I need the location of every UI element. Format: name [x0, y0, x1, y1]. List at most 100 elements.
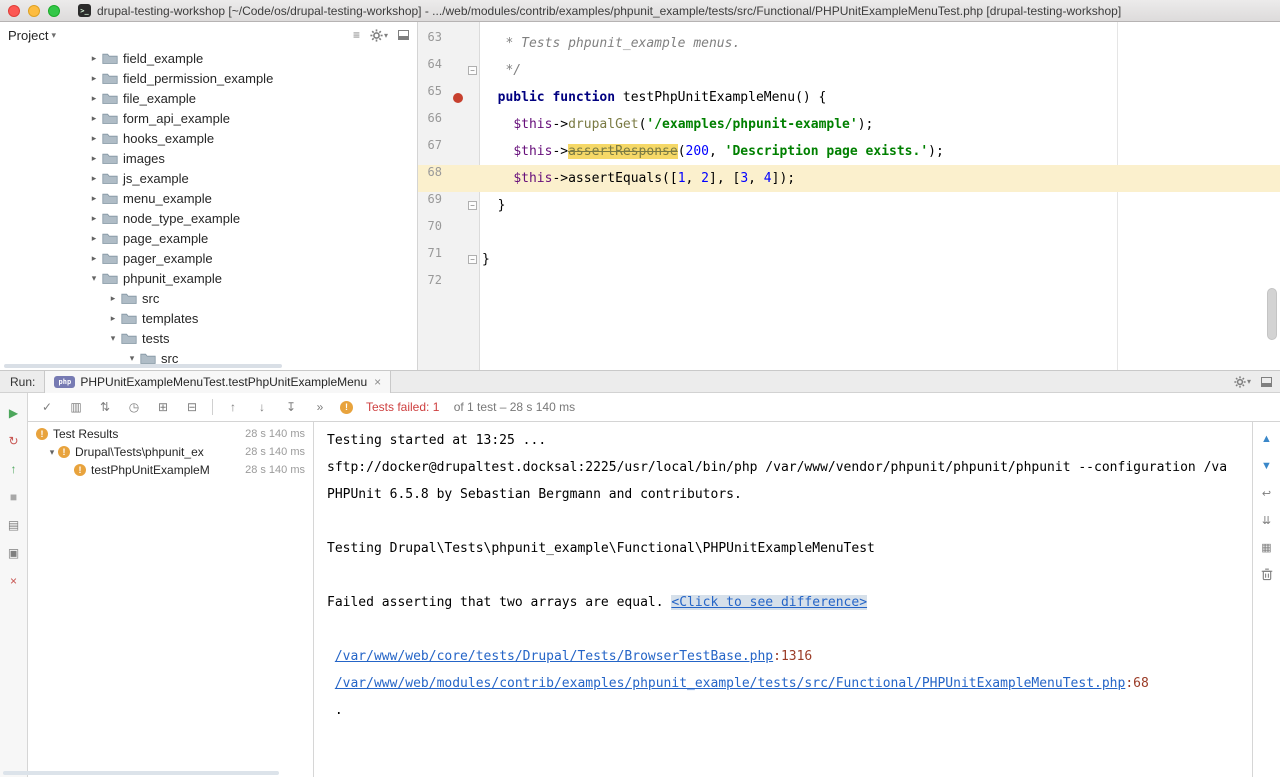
clear-all-button[interactable] [1257, 565, 1277, 583]
chevron-right-icon[interactable]: ▸ [88, 173, 100, 184]
tree-item-js_example[interactable]: ▸js_example [0, 168, 417, 188]
stop-button[interactable]: ■ [4, 488, 24, 506]
test-tree-scrollbar[interactable] [3, 771, 279, 775]
tree-item-field_example[interactable]: ▸field_example [0, 48, 417, 68]
show-passed-button[interactable]: ✓ [38, 398, 56, 416]
chevron-right-icon[interactable]: ▸ [88, 53, 100, 64]
test-tree-item[interactable]: !testPhpUnitExampleM28 s 140 ms [28, 461, 313, 479]
chevron-right-icon[interactable]: ▸ [88, 233, 100, 244]
chevron-down-icon[interactable]: ▾ [51, 30, 56, 41]
test-tree-item[interactable]: !Test Results28 s 140 ms [28, 425, 313, 443]
code-text: * Tests phpunit_example menus. [480, 30, 1280, 57]
test-history-button[interactable]: ↧ [282, 398, 300, 416]
project-panel-title[interactable]: Project [8, 28, 48, 43]
chevron-down-icon[interactable]: ▾ [88, 273, 100, 284]
chevron-down-icon[interactable]: ▾ [126, 353, 138, 364]
sort-by-duration-button[interactable]: ◷ [125, 398, 143, 416]
show-ignored-button[interactable]: ▥ [67, 398, 85, 416]
code-segment: -> [552, 144, 568, 159]
chevron-down-icon[interactable]: ▾ [107, 333, 119, 344]
hide-panel-icon[interactable] [398, 30, 409, 40]
code-line-71[interactable]: 71−} [418, 246, 1280, 273]
chevron-right-icon[interactable]: ▸ [88, 193, 100, 204]
gear-icon[interactable]: ▾ [370, 29, 388, 42]
chevron-right-icon[interactable]: ▸ [107, 313, 119, 324]
console-link[interactable]: /var/www/web/modules/contrib/examples/ph… [335, 676, 1126, 691]
scroll-from-source-icon[interactable]: ≡ [353, 28, 360, 42]
fold-icon[interactable]: − [468, 201, 477, 210]
chevron-right-icon[interactable]: ▸ [88, 93, 100, 104]
tree-item-label: pager_example [123, 251, 213, 266]
rerun-button[interactable]: ▶ [4, 404, 24, 422]
window-zoom-button[interactable] [48, 5, 60, 17]
tree-item-node_type_example[interactable]: ▸node_type_example [0, 208, 417, 228]
chevron-right-icon[interactable]: ▸ [107, 293, 119, 304]
sort-alphabetically-button[interactable]: ⇅ [96, 398, 114, 416]
tree-item-file_example[interactable]: ▸file_example [0, 88, 417, 108]
console-line: /var/www/web/core/tests/Drupal/Tests/Bro… [327, 643, 1252, 670]
show-console-button[interactable]: ▤ [4, 516, 24, 534]
chevron-right-icon[interactable]: ▸ [88, 253, 100, 264]
chevron-right-icon[interactable]: ▸ [88, 73, 100, 84]
test-tree-item[interactable]: ▾!Drupal\Tests\phpunit_ex28 s 140 ms [28, 443, 313, 461]
window-minimize-button[interactable] [28, 5, 40, 17]
code-line-70[interactable]: 70 [418, 219, 1280, 246]
code-line-63[interactable]: 63 * Tests phpunit_example menus. [418, 30, 1280, 57]
project-tree-scrollbar[interactable] [4, 364, 282, 368]
code-line-69[interactable]: 69− } [418, 192, 1280, 219]
chevron-right-icon[interactable]: ▸ [88, 133, 100, 144]
console-link[interactable]: <Click to see difference> [671, 595, 867, 610]
tree-item-tests[interactable]: ▾tests [0, 328, 417, 348]
editor[interactable]: 63 * Tests phpunit_example menus.64− */6… [418, 22, 1280, 370]
tree-item-pager_example[interactable]: ▸ pager_example [0, 248, 417, 268]
next-failed-test-button[interactable]: ↓ [253, 398, 271, 416]
scroll-to-end-button[interactable]: ⇊ [1257, 511, 1277, 529]
tree-item-menu_example[interactable]: ▸menu_example [0, 188, 417, 208]
tree-item-src[interactable]: ▸src [0, 288, 417, 308]
hide-tool-window-icon[interactable] [1261, 377, 1272, 387]
collapse-all-button[interactable]: ⊟ [183, 398, 201, 416]
more-actions-button[interactable]: » [311, 398, 329, 416]
code-line-64[interactable]: 64− */ [418, 57, 1280, 84]
previous-failed-test-button[interactable]: ↑ [224, 398, 242, 416]
code-line-72[interactable]: 72 [418, 273, 1280, 300]
chevron-right-icon[interactable]: ▸ [88, 153, 100, 164]
run-test-gutter-icon[interactable] [453, 93, 463, 103]
code-segment: testPhpUnitExampleMenu() { [615, 90, 826, 105]
toggle-auto-test-button[interactable]: ↑ [4, 460, 24, 478]
tree-item-page_example[interactable]: ▸page_example [0, 228, 417, 248]
expand-all-button[interactable]: ⊞ [154, 398, 172, 416]
tree-item-hooks_example[interactable]: ▸hooks_example [0, 128, 417, 148]
tree-item-templates[interactable]: ▸templates [0, 308, 417, 328]
tree-item-field_permission_example[interactable]: ▸field_permission_example [0, 68, 417, 88]
tests-summary-text: of 1 test – 28 s 140 ms [450, 400, 575, 414]
restore-layout-button[interactable]: ▣ [4, 544, 24, 562]
code-line-66[interactable]: 66 $this->drupalGet('/examples/phpunit-e… [418, 111, 1280, 138]
run-settings-gear-icon[interactable]: ▾ [1234, 376, 1251, 388]
close-tool-window-button[interactable]: × [4, 572, 24, 590]
gutter-cell: 66 [418, 111, 480, 138]
tree-item-images[interactable]: ▸images [0, 148, 417, 168]
chevron-down-icon[interactable]: ▾ [46, 447, 58, 458]
console-link[interactable]: /var/www/web/core/tests/Drupal/Tests/Bro… [335, 649, 773, 664]
editor-scrollbar[interactable] [1267, 288, 1277, 340]
soft-wrap-button[interactable]: ↩ [1257, 484, 1277, 502]
code-line-68[interactable]: 68 $this->assertEquals([1, 2], [3, 4]); [418, 165, 1280, 192]
fold-icon[interactable]: − [468, 255, 477, 264]
rerun-failed-tests-button[interactable]: ↻ [4, 432, 24, 450]
print-button[interactable]: ▦ [1257, 538, 1277, 556]
down-the-stack-trace-button[interactable]: ▼ [1257, 457, 1277, 475]
window-close-button[interactable] [8, 5, 20, 17]
up-the-stack-trace-button[interactable]: ▲ [1257, 430, 1277, 448]
chevron-right-icon[interactable]: ▸ [88, 113, 100, 124]
run-console[interactable]: Testing started at 13:25 ...sftp://docke… [314, 422, 1252, 777]
console-text: :68 [1125, 676, 1148, 691]
tree-item-form_api_example[interactable]: ▸form_api_example [0, 108, 417, 128]
code-line-65[interactable]: 65 public function testPhpUnitExampleMen… [418, 84, 1280, 111]
fold-icon[interactable]: − [468, 66, 477, 75]
code-line-67[interactable]: 67 $this->assertResponse(200, 'Descripti… [418, 138, 1280, 165]
tree-item-phpunit_example[interactable]: ▾phpunit_example [0, 268, 417, 288]
chevron-right-icon[interactable]: ▸ [88, 213, 100, 224]
run-tab[interactable]: php PHPUnitExampleMenuTest.testPhpUnitEx… [44, 371, 391, 393]
close-icon[interactable]: × [374, 375, 381, 389]
